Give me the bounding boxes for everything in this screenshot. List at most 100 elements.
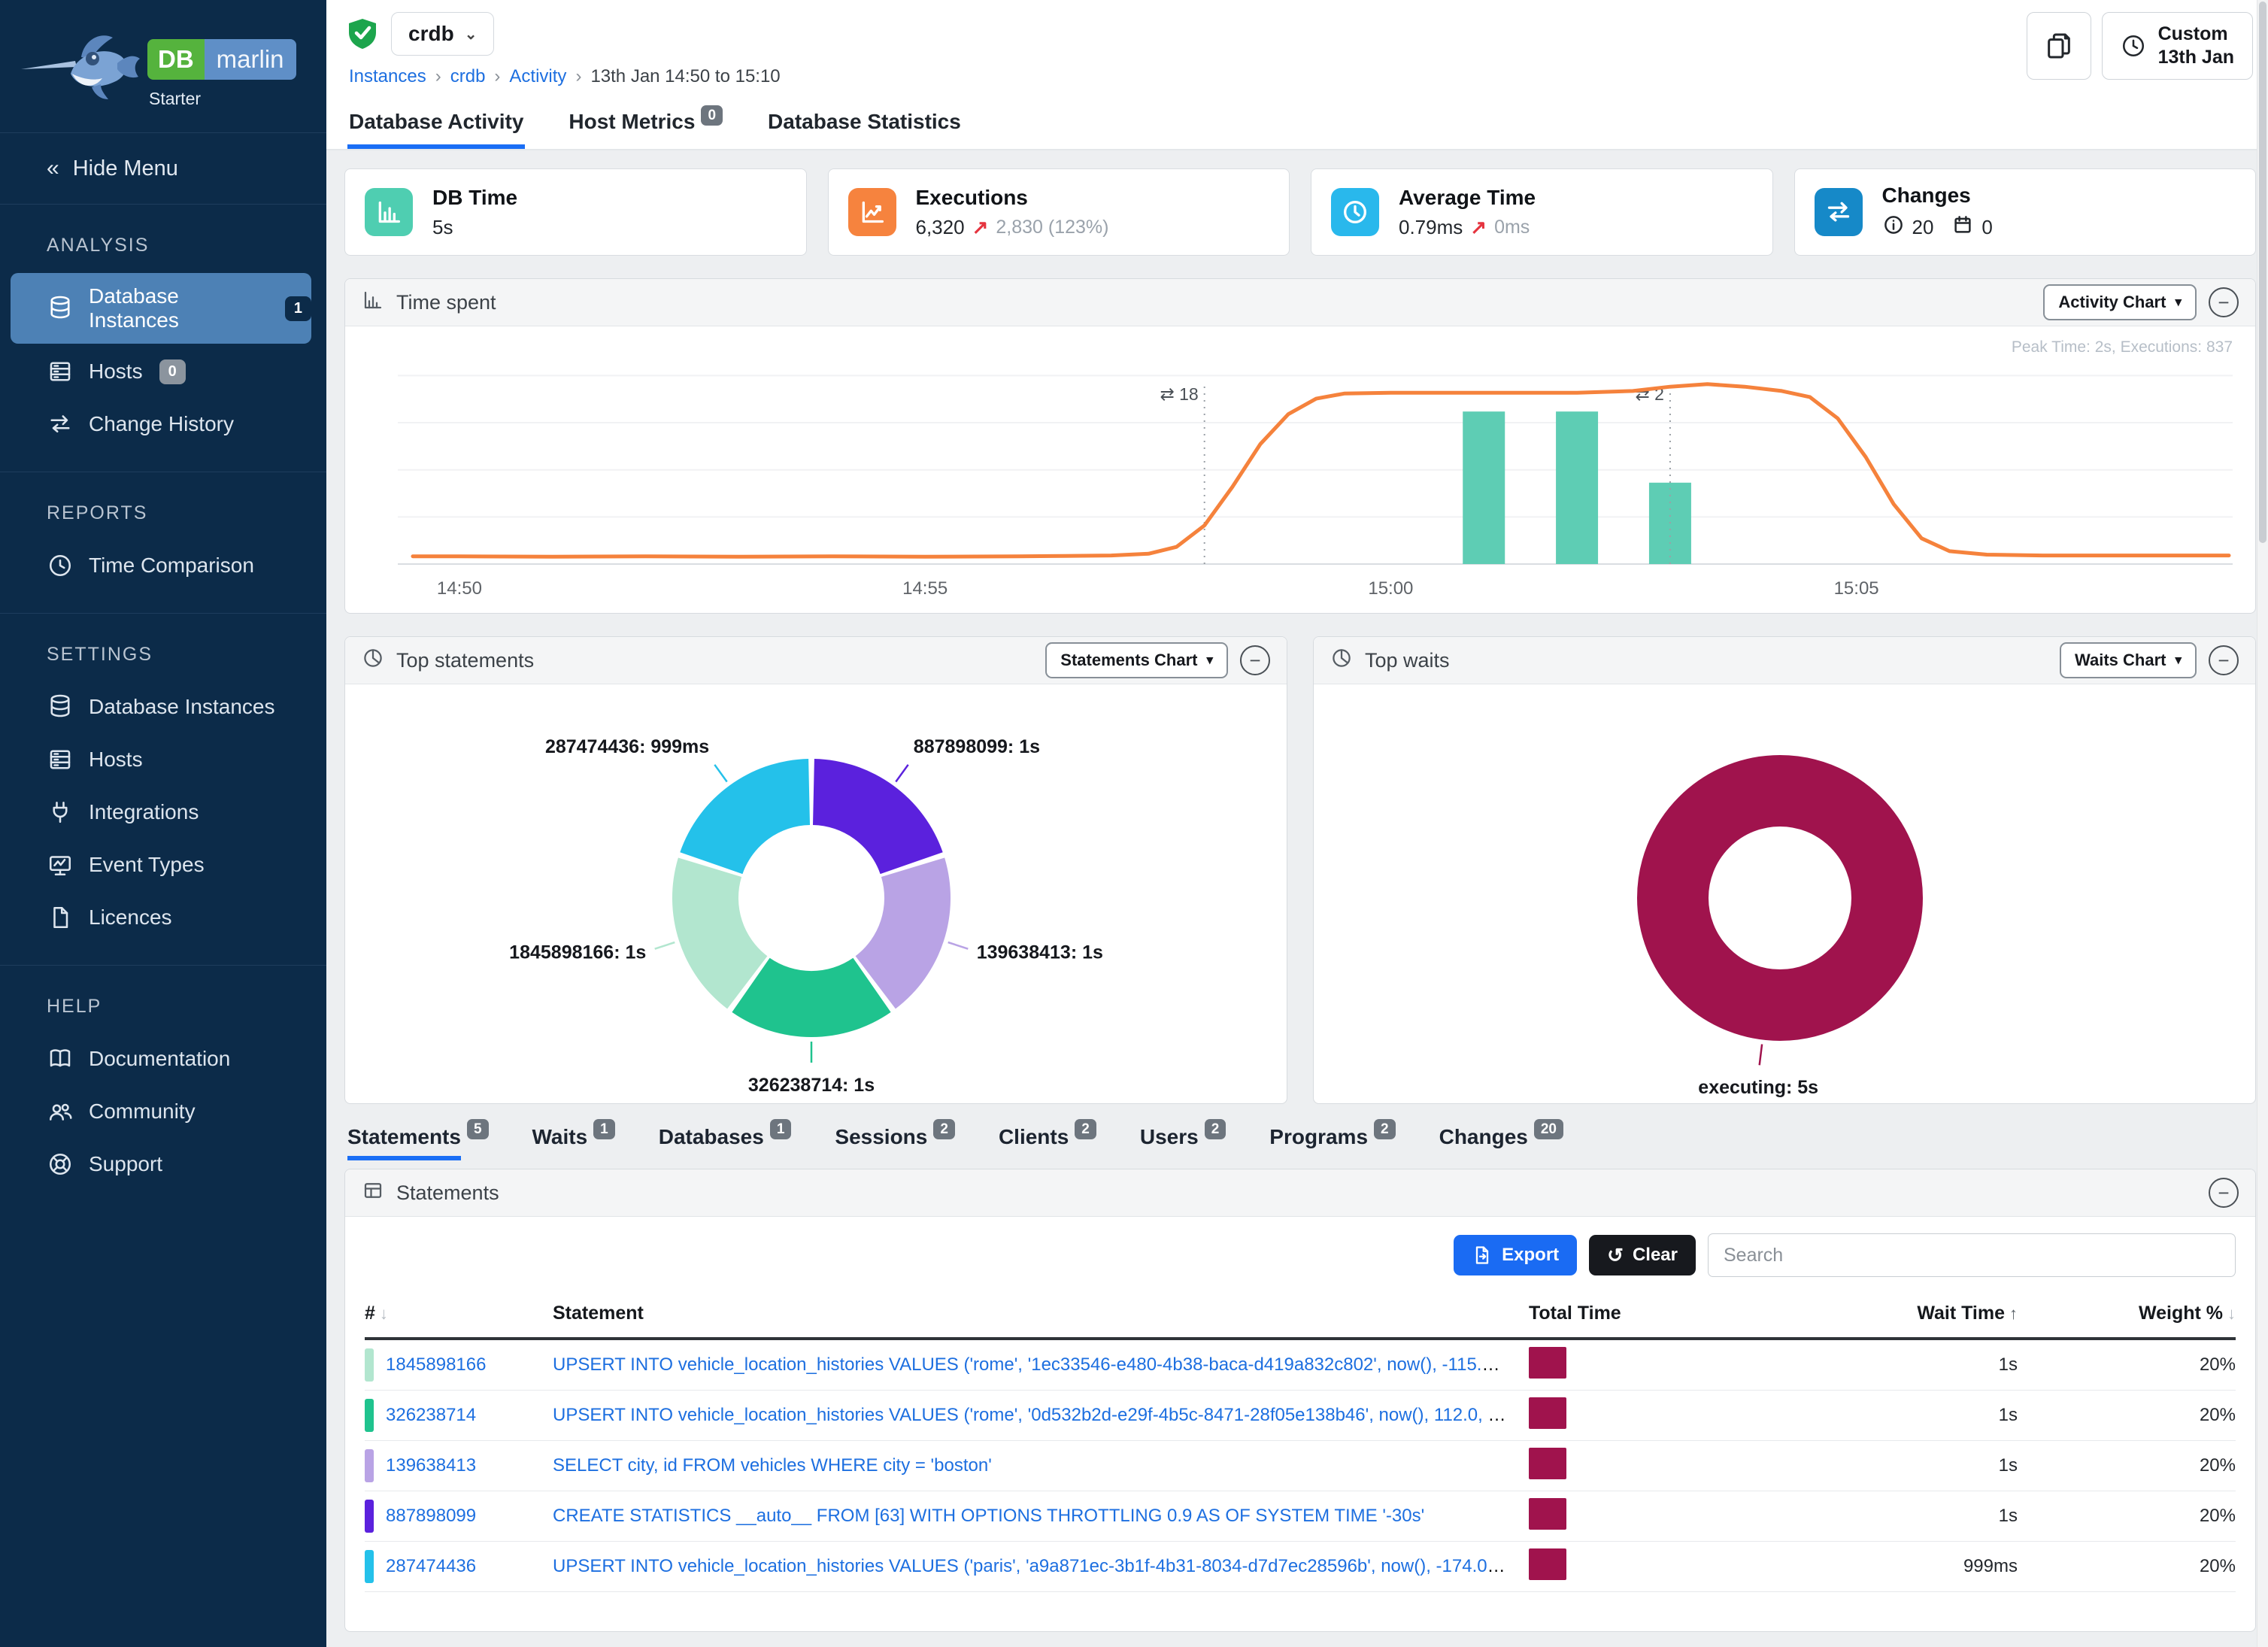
breadcrumb-separator: › — [435, 66, 441, 87]
column-header-statement[interactable]: Statement — [553, 1303, 1529, 1324]
dbmarlin-logo: DBmarlin Starter — [0, 0, 326, 132]
column-header-total-time[interactable]: Total Time — [1529, 1303, 1769, 1324]
detail-tabs: Statements5 Waits1 Databases1 Sessions2 Clie… — [344, 1125, 2256, 1149]
book-icon — [47, 1045, 74, 1072]
collapse-chevrons-icon: « — [47, 156, 59, 181]
tab-badge: 1 — [770, 1119, 792, 1139]
sidebar-item-licences[interactable]: Licences — [11, 893, 311, 942]
sidebar-item-integrations[interactable]: Integrations — [11, 787, 311, 837]
copy-link-button[interactable] — [2027, 12, 2091, 80]
collapse-panel-icon[interactable]: − — [2209, 645, 2239, 675]
donut-label: 326238714: 1s — [748, 1075, 875, 1096]
app-root: DBmarlin Starter « Hide Menu ANALYSISDat… — [0, 0, 2268, 1647]
statement-id-link[interactable]: 326238714 — [386, 1405, 476, 1426]
statement-id-link[interactable]: 287474436 — [386, 1556, 476, 1577]
scrollbar[interactable] — [2257, 0, 2268, 1647]
activity-chart-dropdown[interactable]: Activity Chart ▾ — [2043, 284, 2197, 320]
line-chart-icon — [848, 188, 896, 236]
statement-link[interactable]: CREATE STATISTICS __auto__ FROM [63] WIT… — [553, 1506, 1424, 1526]
sort-icon: ↓ — [380, 1304, 388, 1323]
time-spent-chart[interactable]: ⇄ 18⇄ 214:5014:5515:0015:05Peak Time: 2s… — [345, 326, 2255, 613]
total-time-bar — [1529, 1448, 1566, 1479]
donut-label: 139638413: 1s — [977, 942, 1103, 963]
weight-value: 20% — [2018, 1354, 2236, 1376]
detail-tab-users[interactable]: Users2 — [1140, 1125, 1226, 1149]
sidebar-item-hosts[interactable]: Hosts0 — [11, 347, 311, 396]
statement-link[interactable]: UPSERT INTO vehicle_location_histories V… — [553, 1354, 1529, 1375]
breadcrumb-item[interactable]: Activity — [509, 66, 566, 87]
donut-label: 887898099: 1s — [914, 736, 1040, 757]
sidebar-item-event-types[interactable]: Event Types — [11, 840, 311, 890]
waits-chart-dropdown[interactable]: Waits Chart ▾ — [2060, 642, 2197, 678]
export-button[interactable]: Export — [1454, 1235, 1577, 1275]
column-header-weight[interactable]: Weight %↓ — [2018, 1303, 2236, 1324]
detail-tab-clients[interactable]: Clients2 — [999, 1125, 1096, 1149]
sidebar-item-database-instances[interactable]: Database Instances 1 — [11, 273, 311, 344]
sidebar-item-label: Database Instances — [89, 284, 268, 332]
column-header-id[interactable]: #↓ — [365, 1303, 553, 1324]
tab-host-metrics[interactable]: Host Metrics0 — [567, 98, 724, 149]
x-tick: 15:05 — [1834, 578, 1879, 599]
collapse-panel-icon[interactable]: − — [2209, 1178, 2239, 1208]
statement-link[interactable]: SELECT city, id FROM vehicles WHERE city… — [553, 1455, 992, 1476]
sidebar-item-database-instances[interactable]: Database Instances — [11, 682, 311, 732]
total-time-bar — [1529, 1397, 1566, 1429]
tab-database-activity[interactable]: Database Activity — [347, 98, 525, 149]
statement-id-link[interactable]: 139638413 — [386, 1455, 476, 1476]
sidebar-item-change-history[interactable]: Change History — [11, 399, 311, 449]
time-range-button[interactable]: Custom 13th Jan — [2102, 12, 2253, 80]
detail-tab-sessions[interactable]: Sessions2 — [835, 1125, 955, 1149]
statement-id-link[interactable]: 887898099 — [386, 1506, 476, 1527]
statement-link[interactable]: UPSERT INTO vehicle_location_histories V… — [553, 1556, 1529, 1576]
breadcrumb-item[interactable]: crdb — [450, 66, 486, 87]
sidebar-item-hosts[interactable]: Hosts — [11, 735, 311, 784]
clock-icon — [1331, 188, 1379, 236]
total-time-bar — [1529, 1548, 1566, 1580]
collapse-panel-icon[interactable]: − — [1240, 645, 1270, 675]
sidebar-section-title: HELP — [0, 991, 326, 1031]
database-icon — [47, 693, 74, 720]
hide-menu-button[interactable]: « Hide Menu — [0, 133, 326, 204]
sidebar-item-time-comparison[interactable]: Time Comparison — [11, 541, 311, 590]
sidebar-item-support[interactable]: Support — [11, 1139, 311, 1189]
sidebar-item-community[interactable]: Community — [11, 1087, 311, 1136]
dbmarlin-logo-fish — [17, 20, 143, 114]
column-header-wait-time[interactable]: Wait Time↑ — [1769, 1303, 2018, 1324]
statement-link[interactable]: UPSERT INTO vehicle_location_histories V… — [553, 1405, 1525, 1425]
server-icon — [47, 746, 74, 773]
clear-button[interactable]: ↺ Clear — [1589, 1235, 1696, 1275]
change-annotation: ⇄ 18 — [1160, 384, 1198, 404]
brand-marlin: marlin — [205, 39, 296, 80]
table-row: 139638413 SELECT city, id FROM vehicles W… — [365, 1441, 2236, 1491]
plan-label: Starter — [149, 89, 201, 109]
top-header: crdb ⌄ Instances›crdb›Activity›13th Jan … — [326, 0, 2268, 93]
breadcrumb-item[interactable]: Instances — [349, 66, 426, 87]
top-waits-donut[interactable]: executing: 5s — [1314, 684, 2255, 1103]
detail-tab-statements[interactable]: Statements5 — [347, 1125, 489, 1149]
swap-icon — [47, 411, 74, 438]
kpi-card-changes: Changes 20 0 — [1794, 168, 2257, 256]
collapse-panel-icon[interactable]: − — [2209, 287, 2239, 317]
top-statements-donut[interactable]: 887898099: 1s139638413: 1s326238714: 1s1… — [345, 684, 1287, 1103]
search-input[interactable] — [1708, 1233, 2236, 1277]
donut-segment — [680, 759, 810, 874]
wait-time-value: 1s — [1769, 1405, 2018, 1426]
detail-tab-databases[interactable]: Databases1 — [659, 1125, 792, 1149]
tab-badge: 20 — [1534, 1119, 1563, 1139]
sidebar-item-documentation[interactable]: Documentation — [11, 1034, 311, 1084]
detail-tab-changes[interactable]: Changes20 — [1439, 1125, 1563, 1149]
people-icon — [47, 1098, 74, 1125]
sidebar-section: REPORTSTime Comparison — [0, 472, 326, 614]
sidebar-item-label: Hosts — [89, 748, 143, 772]
undo-icon: ↺ — [1607, 1245, 1624, 1265]
detail-tab-waits[interactable]: Waits1 — [532, 1125, 615, 1149]
weight-value: 20% — [2018, 1455, 2236, 1476]
tab-database-statistics[interactable]: Database Statistics — [766, 98, 963, 149]
copy-icon — [2044, 31, 2074, 61]
statements-chart-dropdown[interactable]: Statements Chart ▾ — [1045, 642, 1228, 678]
instance-selector[interactable]: crdb ⌄ — [391, 12, 494, 56]
scrollbar-thumb[interactable] — [2259, 2, 2266, 543]
detail-tab-programs[interactable]: Programs2 — [1269, 1125, 1395, 1149]
statement-id-link[interactable]: 1845898166 — [386, 1354, 486, 1376]
count-badge: 1 — [285, 296, 311, 321]
